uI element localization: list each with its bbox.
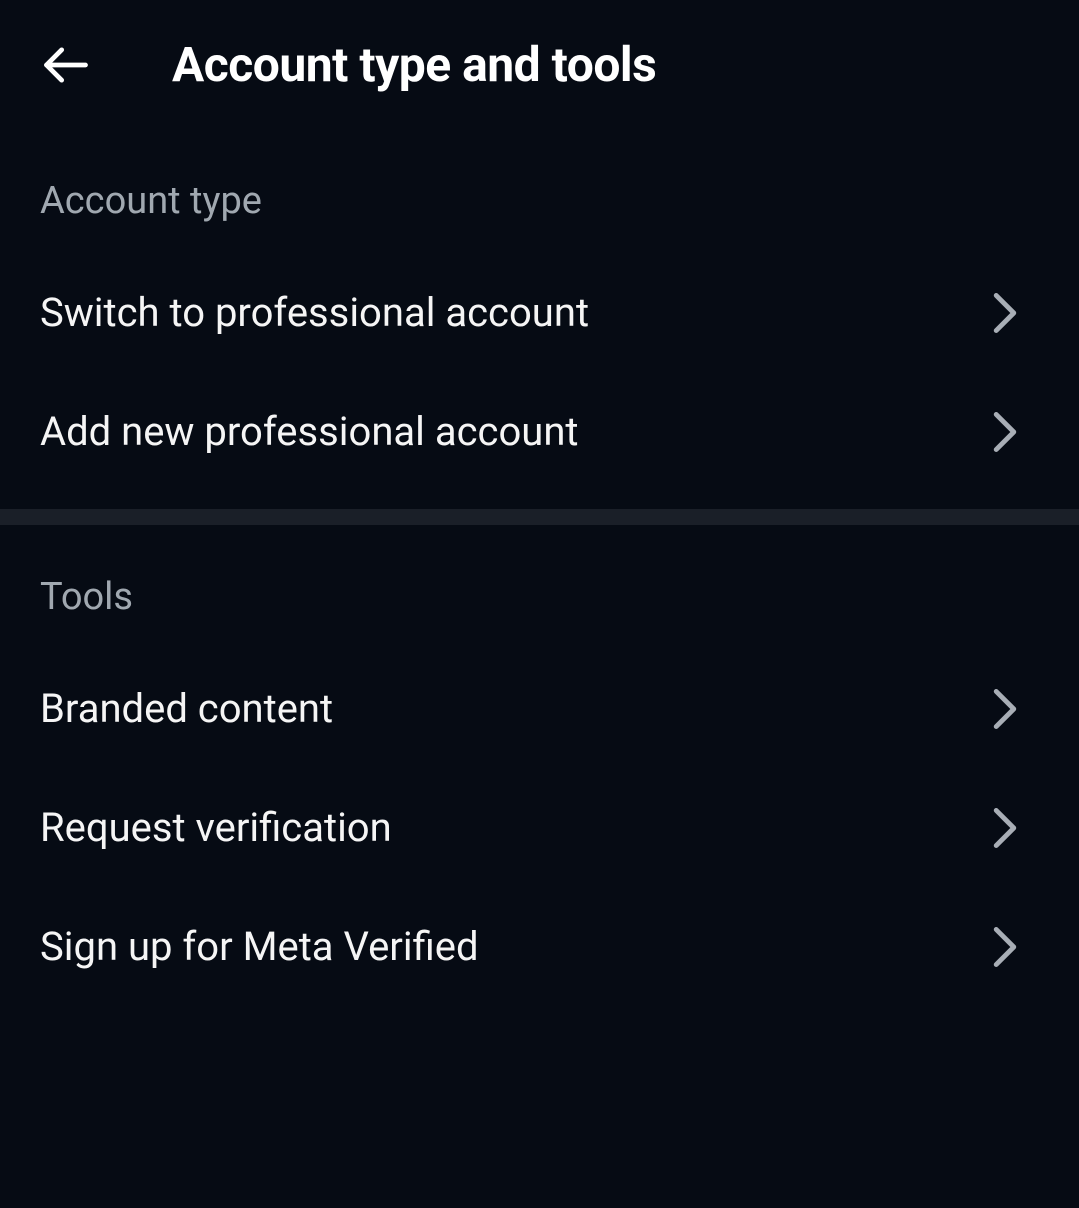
list-item-switch-professional[interactable]: Switch to professional account	[40, 253, 1039, 372]
arrow-left-icon	[40, 39, 92, 91]
header: Account type and tools	[0, 0, 1079, 129]
chevron-right-icon	[991, 925, 1019, 969]
section-header-account-type: Account type	[40, 129, 1039, 253]
section-tools: Tools Branded content Request verificati…	[0, 525, 1079, 1006]
list-item-label: Request verification	[40, 804, 392, 851]
list-item-request-verification[interactable]: Request verification	[40, 768, 1039, 887]
chevron-right-icon	[991, 806, 1019, 850]
back-button[interactable]	[40, 39, 92, 91]
list-item-label: Sign up for Meta Verified	[40, 923, 479, 970]
chevron-right-icon	[991, 291, 1019, 335]
list-item-add-professional[interactable]: Add new professional account	[40, 372, 1039, 491]
list-item-branded-content[interactable]: Branded content	[40, 649, 1039, 768]
list-item-label: Switch to professional account	[40, 289, 589, 336]
list-item-meta-verified[interactable]: Sign up for Meta Verified	[40, 887, 1039, 1006]
section-account-type: Account type Switch to professional acco…	[0, 129, 1079, 491]
chevron-right-icon	[991, 410, 1019, 454]
section-header-tools: Tools	[40, 525, 1039, 649]
list-item-label: Branded content	[40, 685, 333, 732]
section-divider	[0, 509, 1079, 525]
chevron-right-icon	[991, 687, 1019, 731]
list-item-label: Add new professional account	[40, 408, 579, 455]
page-title: Account type and tools	[172, 36, 656, 93]
